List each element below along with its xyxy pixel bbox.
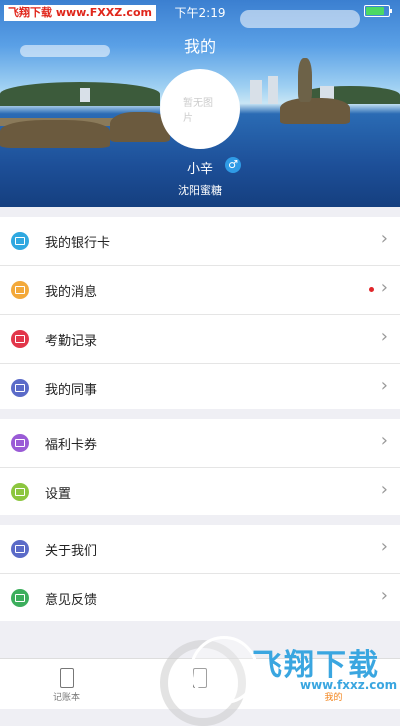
menu-group-about: 关于我们 › 意见反馈 › (0, 525, 400, 621)
unread-dot-icon (369, 287, 374, 292)
chevron-right-icon: › (380, 536, 388, 557)
menu-item-label: 我的银行卡 (45, 236, 111, 251)
avatar-placeholder-icon: 暂无图片 (183, 98, 213, 124)
colleague-icon (11, 379, 29, 397)
statue-decoration (298, 58, 312, 102)
menu-item-colleagues[interactable]: 我的同事 › (0, 364, 400, 412)
chevron-right-icon: › (380, 479, 388, 500)
menu-item-label: 我的同事 (45, 383, 98, 398)
chevron-right-icon: › (380, 277, 388, 298)
menu-item-attendance[interactable]: 考勤记录 › (0, 315, 400, 364)
status-time: 下午2:19 (174, 6, 226, 20)
page-title: 我的 (183, 37, 216, 56)
menu-item-about-us[interactable]: 关于我们 › (0, 525, 400, 574)
tab-ledger[interactable]: 记账本 (0, 659, 133, 709)
rocks-decoration (0, 120, 110, 148)
menu-item-label: 设置 (45, 487, 72, 502)
menu-item-label: 考勤记录 (45, 334, 98, 349)
coupon-icon (11, 434, 29, 452)
menu-item-label: 福利卡券 (45, 438, 98, 453)
tab-label: 记账本 (52, 693, 80, 703)
male-gender-icon: ♂ (225, 157, 241, 173)
feedback-icon (11, 589, 29, 607)
chevron-right-icon: › (380, 585, 388, 606)
menu-item-bank-card[interactable]: 我的银行卡 › (0, 217, 400, 266)
profile-header: 飞翔下载 www.FXXZ.com 下午2:19 我的 暂无图片 小辛 ♂ 沈阳… (0, 0, 400, 207)
menu-item-coupons[interactable]: 福利卡券 › (0, 419, 400, 468)
calendar-icon (11, 330, 29, 348)
chevron-right-icon: › (380, 375, 388, 396)
chevron-right-icon: › (380, 430, 388, 451)
building-decoration (268, 76, 278, 104)
avatar[interactable]: 暂无图片 (160, 69, 240, 149)
menu-item-label: 关于我们 (45, 544, 98, 559)
menu-item-label: 我的消息 (45, 285, 98, 300)
site-watermark: 飞翔下载 www.fxxz.com (190, 632, 397, 704)
user-location: 沈阳蜜糖 (178, 184, 222, 197)
chevron-right-icon: › (380, 326, 388, 347)
building-decoration (80, 88, 90, 102)
chevron-right-icon: › (380, 228, 388, 249)
watermark-logo-icon (190, 636, 258, 704)
watermark-url: www.fxxz.com (300, 678, 398, 692)
about-icon (11, 540, 29, 558)
ledger-icon (59, 668, 74, 688)
building-decoration (250, 80, 262, 104)
user-name: 小辛 (186, 162, 213, 177)
message-icon (11, 281, 29, 299)
menu-group-account: 我的银行卡 › 我的消息 › 考勤记录 › 我的同事 › (0, 217, 400, 409)
bank-card-icon (11, 232, 29, 250)
status-bar: 飞翔下载 www.FXXZ.com 下午2:19 (0, 0, 400, 21)
menu-item-messages[interactable]: 我的消息 › (0, 266, 400, 315)
menu-group-benefits: 福利卡券 › 设置 › (0, 419, 400, 515)
settings-icon (11, 483, 29, 501)
menu-item-settings[interactable]: 设置 › (0, 468, 400, 516)
rocks-decoration (280, 98, 350, 124)
menu-item-feedback[interactable]: 意见反馈 › (0, 574, 400, 622)
battery-icon (364, 5, 392, 17)
menu-item-label: 意见反馈 (45, 593, 98, 608)
